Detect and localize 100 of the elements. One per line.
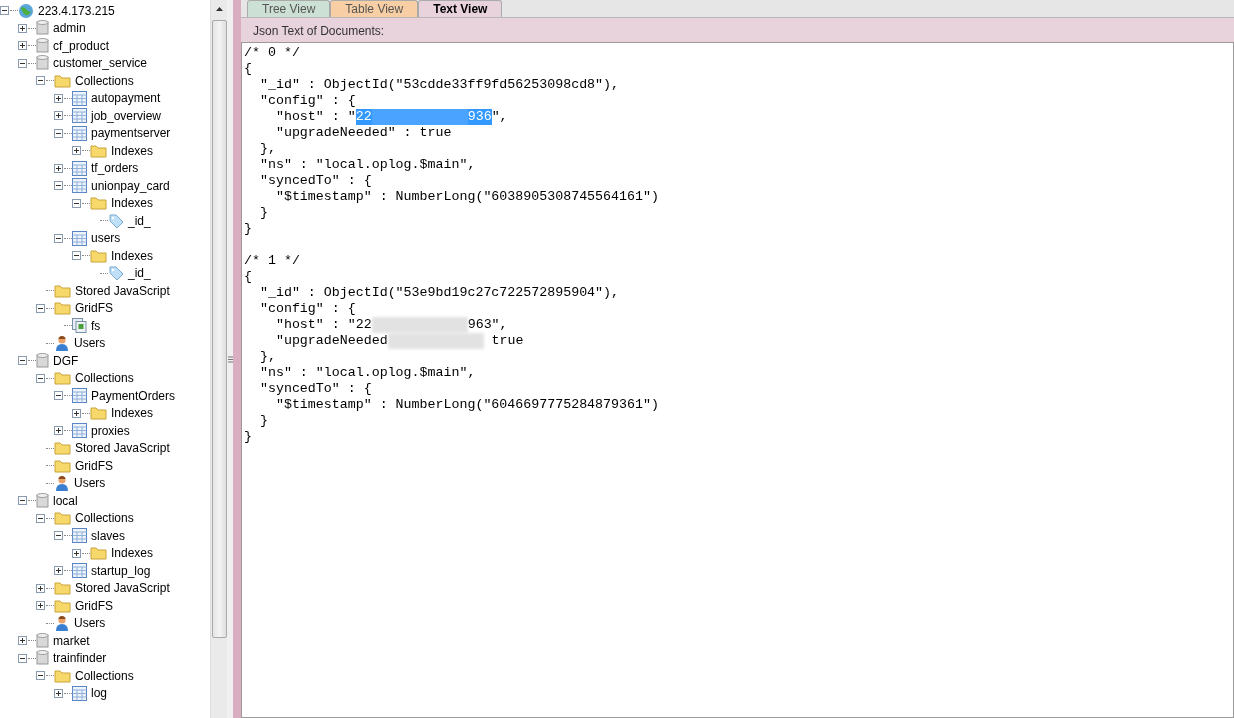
tree-item[interactable]: Stored JavaScript bbox=[74, 440, 171, 457]
expand-icon[interactable] bbox=[18, 41, 27, 51]
collapse-icon[interactable] bbox=[36, 513, 45, 523]
expand-icon[interactable] bbox=[36, 601, 45, 611]
expand-icon[interactable] bbox=[54, 93, 63, 103]
user-icon bbox=[54, 475, 70, 492]
tree-item[interactable]: GridFS bbox=[74, 597, 114, 614]
code-text: "host" : " bbox=[274, 109, 356, 125]
expand-icon[interactable] bbox=[18, 23, 27, 33]
tree-item[interactable]: market bbox=[52, 632, 91, 649]
expand-icon[interactable] bbox=[54, 426, 63, 436]
tree-item[interactable]: Collections bbox=[74, 510, 135, 527]
tree-item[interactable]: startup_log bbox=[90, 562, 152, 579]
tree-item[interactable]: Collections bbox=[74, 72, 135, 89]
tree-item[interactable]: Stored JavaScript bbox=[74, 580, 171, 597]
expand-icon[interactable] bbox=[72, 548, 81, 558]
collapse-icon[interactable] bbox=[54, 531, 63, 541]
collapse-icon[interactable] bbox=[36, 671, 45, 681]
collapse-icon[interactable] bbox=[72, 198, 81, 208]
table-icon bbox=[72, 178, 87, 194]
tree-item[interactable]: Stored JavaScript bbox=[74, 282, 171, 299]
database-icon bbox=[36, 650, 49, 667]
table-icon bbox=[72, 388, 87, 404]
code-text: { bbox=[244, 269, 252, 285]
collapse-icon[interactable] bbox=[18, 653, 27, 663]
tree-item[interactable]: Indexes bbox=[110, 405, 155, 422]
tree-item[interactable]: trainfinder bbox=[52, 650, 108, 667]
folder-icon bbox=[54, 581, 71, 596]
folder-icon bbox=[54, 371, 71, 386]
database-icon bbox=[36, 20, 49, 37]
table-icon bbox=[72, 160, 87, 176]
collapse-icon[interactable] bbox=[36, 303, 45, 313]
code-text: "config" : { bbox=[258, 93, 356, 109]
code-text: } bbox=[258, 413, 268, 429]
expand-icon[interactable] bbox=[18, 636, 27, 646]
tree-item[interactable]: log bbox=[90, 685, 108, 702]
collapse-icon[interactable] bbox=[54, 391, 63, 401]
scroll-thumb[interactable] bbox=[211, 20, 227, 638]
folder-icon bbox=[90, 248, 107, 263]
code-text: { bbox=[244, 61, 252, 77]
expand-icon[interactable] bbox=[54, 688, 63, 698]
scrollbar[interactable] bbox=[210, 0, 227, 718]
tree-item[interactable]: _id_ bbox=[127, 265, 152, 282]
code-text: } bbox=[244, 429, 252, 445]
splitter-grip-icon[interactable] bbox=[227, 355, 233, 363]
code-text: "config" : { bbox=[258, 301, 356, 317]
tree-item[interactable]: unionpay_card bbox=[90, 177, 171, 194]
collapse-icon[interactable] bbox=[36, 76, 45, 86]
collapse-icon[interactable] bbox=[18, 356, 27, 366]
expand-icon[interactable] bbox=[72, 146, 81, 156]
scroll-up-icon[interactable] bbox=[215, 6, 223, 11]
view-tab[interactable]: Text View bbox=[418, 0, 503, 17]
tree-item[interactable]: Indexes bbox=[110, 545, 155, 562]
tree-item[interactable]: Collections bbox=[74, 370, 135, 387]
folder-icon bbox=[90, 143, 107, 158]
tree-item[interactable]: tf_orders bbox=[90, 160, 140, 177]
folder-icon bbox=[54, 458, 71, 473]
expand-icon[interactable] bbox=[54, 111, 63, 121]
tree-item[interactable]: slaves bbox=[90, 527, 126, 544]
collapse-icon[interactable] bbox=[54, 128, 63, 138]
collapse-icon[interactable] bbox=[36, 373, 45, 383]
tree-item[interactable]: Users bbox=[73, 335, 107, 352]
tree-item[interactable]: Collections bbox=[74, 667, 135, 684]
tree-item[interactable]: cf_product bbox=[52, 37, 111, 54]
collapse-icon[interactable] bbox=[72, 251, 81, 261]
tree-item[interactable]: _id_ bbox=[127, 212, 152, 229]
tree-item[interactable]: local bbox=[52, 492, 79, 509]
collapse-icon[interactable] bbox=[54, 181, 63, 191]
code-text: "ns" : "local.oplog.$main", bbox=[258, 157, 476, 173]
collapse-icon[interactable] bbox=[18, 496, 27, 506]
expand-icon[interactable] bbox=[54, 566, 63, 576]
tree-item[interactable]: fs bbox=[90, 317, 102, 334]
folder-icon bbox=[54, 511, 71, 526]
tree-item[interactable]: 223.4.173.215 bbox=[37, 2, 116, 19]
tree-item[interactable]: Indexes bbox=[110, 247, 155, 264]
tree-item[interactable]: GridFS bbox=[74, 457, 114, 474]
expand-icon[interactable] bbox=[72, 408, 81, 418]
view-tab[interactable]: Table View bbox=[330, 0, 419, 17]
tree-item[interactable]: Users bbox=[73, 615, 107, 632]
tree-item[interactable]: DGF bbox=[52, 352, 80, 369]
collapse-icon[interactable] bbox=[54, 233, 63, 243]
tree-item[interactable]: job_overview bbox=[90, 107, 163, 124]
tree-item[interactable]: Indexes bbox=[110, 195, 155, 212]
selected-code-text: 22 bbox=[355, 109, 372, 125]
expand-icon[interactable] bbox=[54, 163, 63, 173]
tree-item[interactable]: GridFS bbox=[74, 300, 114, 317]
tree-item[interactable]: proxies bbox=[90, 422, 131, 439]
tree-item[interactable]: autopayment bbox=[90, 90, 162, 107]
collapse-icon[interactable] bbox=[0, 6, 9, 16]
tree-item[interactable]: PaymentOrders bbox=[90, 387, 177, 404]
folder-icon bbox=[90, 546, 107, 561]
tree-item[interactable]: admin bbox=[52, 20, 87, 37]
expand-icon[interactable] bbox=[36, 583, 45, 593]
tree-item[interactable]: Users bbox=[73, 475, 107, 492]
tree-item[interactable]: paymentserver bbox=[90, 125, 172, 142]
view-tab[interactable]: Tree View bbox=[247, 0, 331, 17]
collapse-icon[interactable] bbox=[18, 58, 27, 68]
tree-item[interactable]: customer_service bbox=[52, 55, 149, 72]
tree-item[interactable]: users bbox=[90, 230, 122, 247]
tree-item[interactable]: Indexes bbox=[110, 142, 155, 159]
